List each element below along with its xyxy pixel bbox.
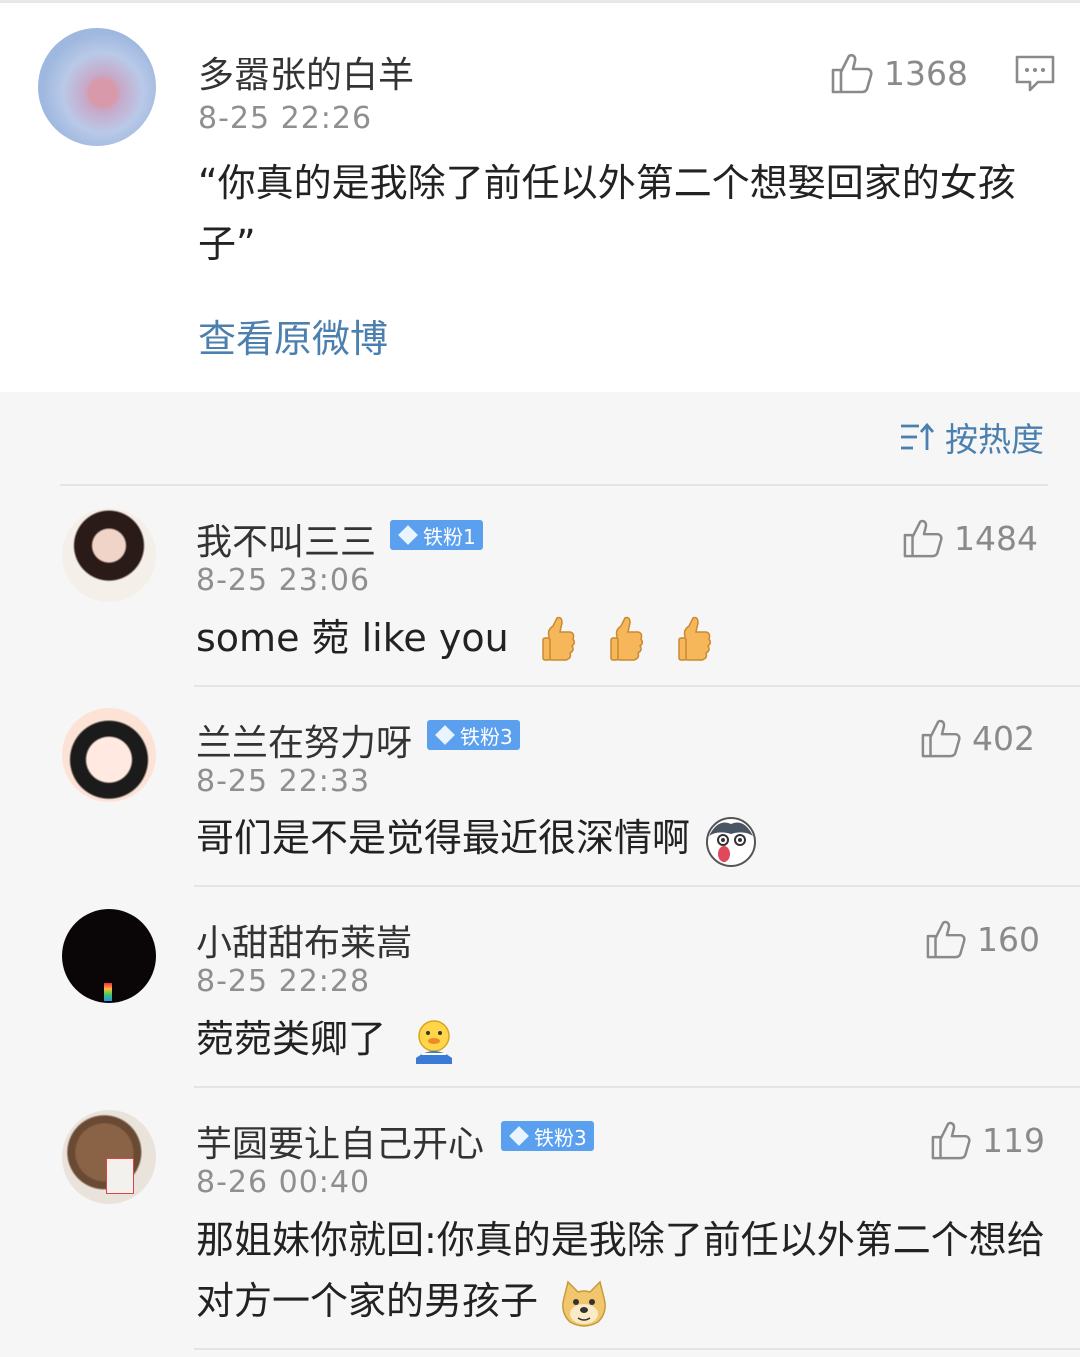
post-like-button[interactable]: 1368 <box>830 52 968 94</box>
diamond-icon <box>509 1126 529 1146</box>
diamond-icon <box>435 725 455 745</box>
thumbs-up-icon <box>931 1121 971 1160</box>
comment-like-count: 402 <box>972 718 1035 758</box>
thumbs-up-icon <box>903 519 943 558</box>
comment-time: 8-25 23:06 <box>196 563 371 598</box>
post-time: 8-25 22:26 <box>198 101 373 136</box>
comment-divider <box>194 1348 1080 1350</box>
comment-time: 8-25 22:33 <box>196 764 371 799</box>
post-like-count: 1368 <box>884 53 968 93</box>
commenter-avatar[interactable] <box>62 508 156 602</box>
comment-like-count: 1484 <box>954 518 1038 558</box>
thumbs-up-emoji-icon <box>542 616 575 661</box>
commenter-name[interactable]: 芋圆要让自己开心 <box>196 1115 484 1167</box>
comment-text: 菀菀类卿了 <box>196 1017 387 1061</box>
comment-text-row: 那姐妹你就回:你真的是我除了前任以外第二个想给对方一个家的男孩子 <box>196 1210 1046 1332</box>
comment-text: some 菀 like you <box>196 616 509 660</box>
fan-badge-label: 铁粉1 <box>423 524 476 549</box>
post-text: “你真的是我除了前任以外第二个想娶回家的女孩子” <box>198 161 1016 266</box>
comment-text-row: some 菀 like you <box>196 608 713 669</box>
view-original-link[interactable]: 查看原微博 <box>198 308 388 363</box>
fan-badge[interactable]: 铁粉3 <box>501 1121 594 1151</box>
section-divider <box>60 484 1048 486</box>
fan-badge[interactable]: 铁粉3 <box>427 720 520 750</box>
post-author-name[interactable]: 多嚣张的白羊 <box>198 46 414 98</box>
thumbs-up-icon <box>926 920 966 959</box>
sort-icon <box>901 422 935 450</box>
commenter-avatar[interactable] <box>62 708 156 802</box>
comment-icon <box>1015 55 1055 92</box>
comment-divider <box>194 685 1080 687</box>
commenter-avatar[interactable] <box>62 1110 156 1204</box>
post-author-avatar[interactable] <box>38 28 156 146</box>
comment-time: 8-26 00:40 <box>196 1165 371 1200</box>
comment-text: 那姐妹你就回:你真的是我除了前任以外第二个想给对方一个家的男孩子 <box>196 1218 1045 1323</box>
fan-badge-label: 铁粉3 <box>534 1125 587 1150</box>
avatar-milk-carton <box>106 1158 134 1194</box>
comment-like-count: 160 <box>977 919 1040 959</box>
comment-like-button[interactable]: 119 <box>930 1120 1045 1160</box>
commenter-name[interactable]: 兰兰在努力呀 <box>196 714 412 766</box>
sort-by-hotness-button[interactable]: 按热度 <box>899 413 1044 461</box>
comment-text-row: 菀菀类卿了 <box>196 1009 456 1070</box>
comment-divider <box>194 1086 1080 1088</box>
chick-emoji-icon <box>416 1019 453 1064</box>
fan-badge-label: 铁粉3 <box>460 724 513 749</box>
comment-like-button[interactable]: 402 <box>920 718 1035 758</box>
comment-time: 8-25 22:28 <box>196 964 371 999</box>
post-comment-button[interactable] <box>1014 53 1056 97</box>
comment-text: 哥们是不是觉得最近很深情啊 <box>196 816 691 860</box>
doge-emoji-icon <box>562 1280 606 1327</box>
commenter-name[interactable]: 我不叫三三 <box>196 513 376 565</box>
sort-label: 按热度 <box>945 420 1044 459</box>
commenter-name[interactable]: 小甜甜布莱嵩 <box>196 914 412 966</box>
comment-like-button[interactable]: 160 <box>925 919 1040 959</box>
original-post: 多嚣张的白羊 8-25 22:26 1368 “你真的是我除了前任以外第二个想娶… <box>0 0 1080 392</box>
commenter-avatar[interactable] <box>62 909 156 1003</box>
thumbs-up-emoji-icon <box>610 616 643 661</box>
comment-divider <box>194 885 1080 887</box>
fan-badge[interactable]: 铁粉1 <box>390 520 483 550</box>
comment-text-row: 哥们是不是觉得最近很深情啊 <box>196 808 758 869</box>
comment-like-count: 119 <box>982 1120 1045 1160</box>
avatar-light-streak <box>104 983 112 1001</box>
husky-emoji-icon <box>706 816 757 867</box>
comment-like-button[interactable]: 1484 <box>902 518 1038 558</box>
diamond-icon <box>398 525 418 545</box>
thumbs-up-icon <box>831 53 873 94</box>
thumbs-up-emoji-icon <box>678 616 711 661</box>
thumbs-up-icon <box>921 719 961 758</box>
